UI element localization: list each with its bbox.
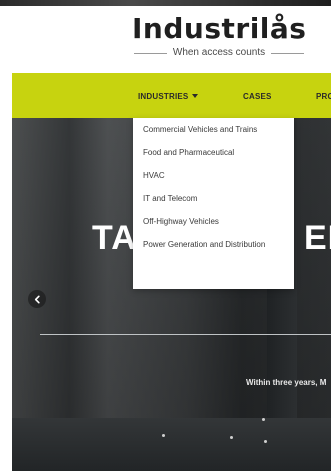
nav-item-industries[interactable]: INDUSTRIES — [138, 73, 199, 118]
caret-down-icon — [192, 94, 199, 98]
main-nav: INDUSTRIES CASES PRO — [12, 73, 331, 118]
hero-light-dot — [230, 436, 233, 439]
carousel-prev-button[interactable] — [28, 290, 46, 308]
industries-dropdown-menu: Commercial Vehicles and Trains Food and … — [133, 118, 294, 289]
nav-item-cases[interactable]: CASES — [243, 73, 272, 118]
tagline-row: When access counts — [134, 46, 305, 60]
hero-divider — [40, 334, 331, 335]
chevron-left-icon — [34, 295, 40, 303]
menu-item-food-pharmaceutical[interactable]: Food and Pharmaceutical — [133, 148, 294, 158]
menu-item-hvac[interactable]: HVAC — [133, 171, 294, 181]
menu-item-it-telecom[interactable]: IT and Telecom — [133, 194, 294, 204]
hero-light-dot — [162, 434, 165, 437]
menu-item-commercial-vehicles[interactable]: Commercial Vehicles and Trains — [133, 125, 294, 135]
nav-item-industries-label: INDUSTRIES — [138, 92, 189, 101]
tagline-rule-left — [134, 52, 167, 54]
menu-item-power-generation[interactable]: Power Generation and Distribution — [133, 240, 294, 250]
logo-wordmark: Industrilås — [132, 12, 307, 45]
hero-light-dot — [262, 418, 265, 421]
hero-photo-top-strip — [0, 0, 331, 6]
menu-item-off-highway[interactable]: Off-Highway Vehicles — [133, 217, 294, 227]
hero-headline-right: ER — [304, 219, 331, 257]
tagline: When access counts — [172, 47, 266, 58]
tagline-rule-right — [271, 52, 305, 54]
nav-item-products[interactable]: PRO — [316, 73, 331, 118]
brand-logo[interactable]: Industrilås When access counts — [120, 8, 310, 64]
hero-subtext: Within three years, M — [246, 378, 327, 387]
hero-light-dot — [264, 440, 267, 443]
hero-photo-floor — [12, 418, 331, 471]
